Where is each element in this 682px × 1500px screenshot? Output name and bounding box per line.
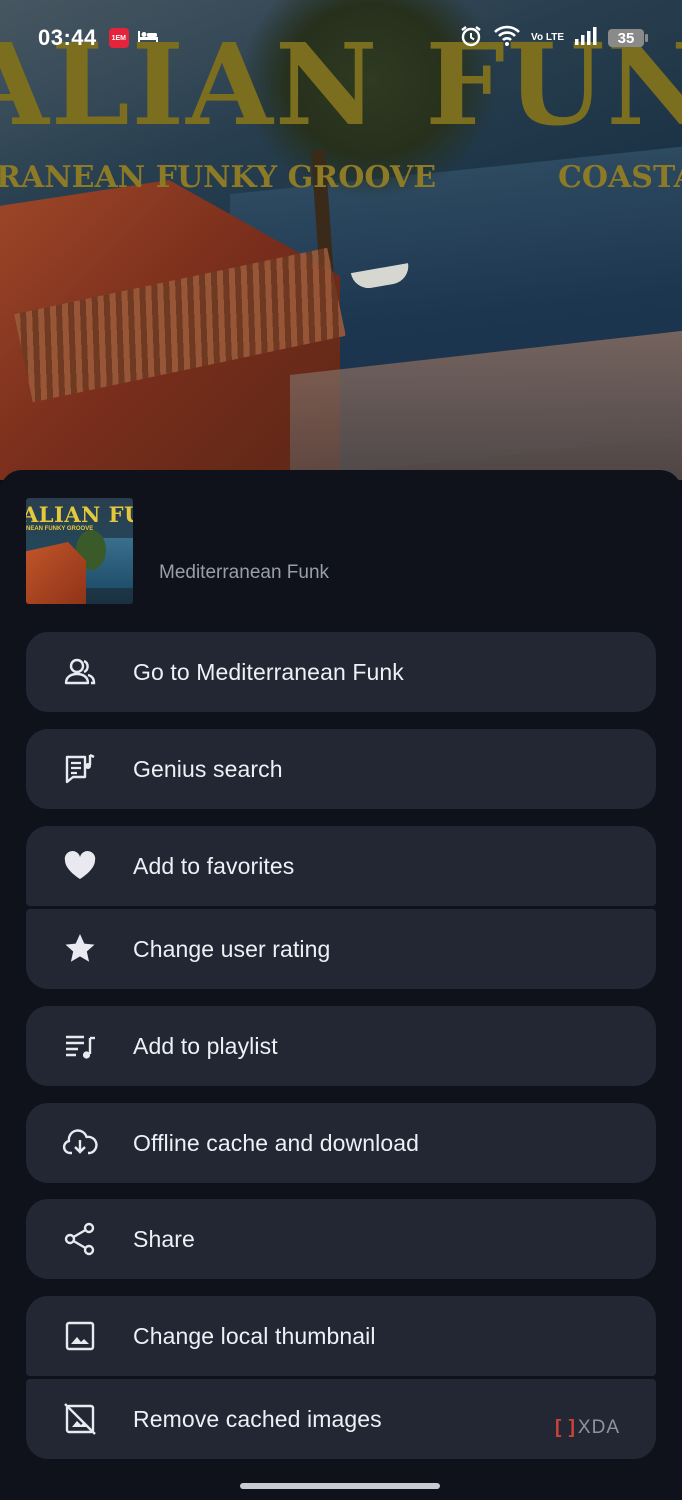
menu-item-label: Remove cached images bbox=[133, 1405, 382, 1432]
background-art-subtitle-right: COASTA bbox=[558, 160, 682, 195]
genius-search-button[interactable]: Genius search bbox=[26, 729, 656, 809]
status-time: 03:44 bbox=[38, 25, 97, 50]
menu-item-label: Add to playlist bbox=[133, 1032, 278, 1059]
change-local-thumbnail-button[interactable]: Change local thumbnail bbox=[26, 1296, 656, 1376]
change-user-rating-button[interactable]: Change user rating bbox=[26, 909, 656, 989]
add-to-playlist-button[interactable]: Add to playlist bbox=[26, 1006, 656, 1086]
menu-item-label: Add to favorites bbox=[133, 852, 295, 879]
thumbnail-subtitle: NEAN FUNKY GROOVE bbox=[26, 526, 94, 532]
volte-indicator: Vo LTE bbox=[531, 32, 564, 43]
cloud-download-icon bbox=[40, 1103, 120, 1183]
artist-icon bbox=[40, 632, 120, 712]
menu-item-label: Genius search bbox=[133, 755, 283, 782]
heart-icon bbox=[40, 826, 120, 906]
status-bar: 03:44 1EM Vo LTE 35 bbox=[0, 0, 682, 76]
menu-item-label: Change user rating bbox=[133, 935, 331, 962]
offline-cache-download-button[interactable]: Offline cache and download bbox=[26, 1103, 656, 1183]
notification-app-icon: 1EM bbox=[108, 28, 129, 48]
menu-item-label: Share bbox=[133, 1225, 195, 1252]
xda-watermark: [ ] XDA bbox=[555, 1417, 620, 1439]
thumbnail-title: ALIAN FU bbox=[26, 502, 133, 527]
track-options-sheet: ALIAN FU NEAN FUNKY GROOVE Mediterranean… bbox=[0, 470, 682, 1500]
watermark-text: XDA bbox=[577, 1417, 620, 1438]
status-right-icons: Vo LTE 35 bbox=[459, 24, 648, 53]
battery-indicator: 35 bbox=[608, 29, 648, 47]
signal-icon bbox=[574, 26, 598, 51]
share-button[interactable]: Share bbox=[26, 1199, 656, 1279]
background-art-subtitle-left: RANEAN FUNKY GROOVE bbox=[0, 160, 437, 195]
status-left-icons: 1EM bbox=[108, 28, 159, 49]
image-icon bbox=[40, 1296, 120, 1376]
menu-item-label: Change local thumbnail bbox=[133, 1322, 376, 1349]
track-header: ALIAN FU NEAN FUNKY GROOVE Mediterranean… bbox=[26, 498, 656, 604]
remove-cached-images-button[interactable]: Remove cached images [ ] XDA bbox=[26, 1379, 656, 1459]
add-to-favorites-button[interactable]: Add to favorites bbox=[26, 826, 656, 906]
track-thumbnail: ALIAN FU NEAN FUNKY GROOVE bbox=[26, 498, 133, 604]
bed-icon bbox=[137, 28, 159, 49]
hide-image-icon bbox=[40, 1379, 120, 1459]
menu-item-label: Offline cache and download bbox=[133, 1129, 420, 1156]
home-indicator[interactable] bbox=[240, 1483, 440, 1489]
xda-logo-icon: [ ] bbox=[554, 1417, 576, 1438]
star-icon bbox=[40, 909, 120, 989]
share-icon bbox=[40, 1199, 120, 1279]
lyrics-icon bbox=[40, 729, 120, 809]
playlist-add-icon bbox=[40, 1006, 120, 1086]
wifi-icon bbox=[493, 25, 521, 52]
go-to-artist-button[interactable]: Go to Mediterranean Funk bbox=[26, 632, 656, 712]
track-artist: Mediterranean Funk bbox=[159, 562, 330, 583]
alarm-icon bbox=[459, 24, 483, 53]
menu-item-label: Go to Mediterranean Funk bbox=[133, 658, 404, 685]
